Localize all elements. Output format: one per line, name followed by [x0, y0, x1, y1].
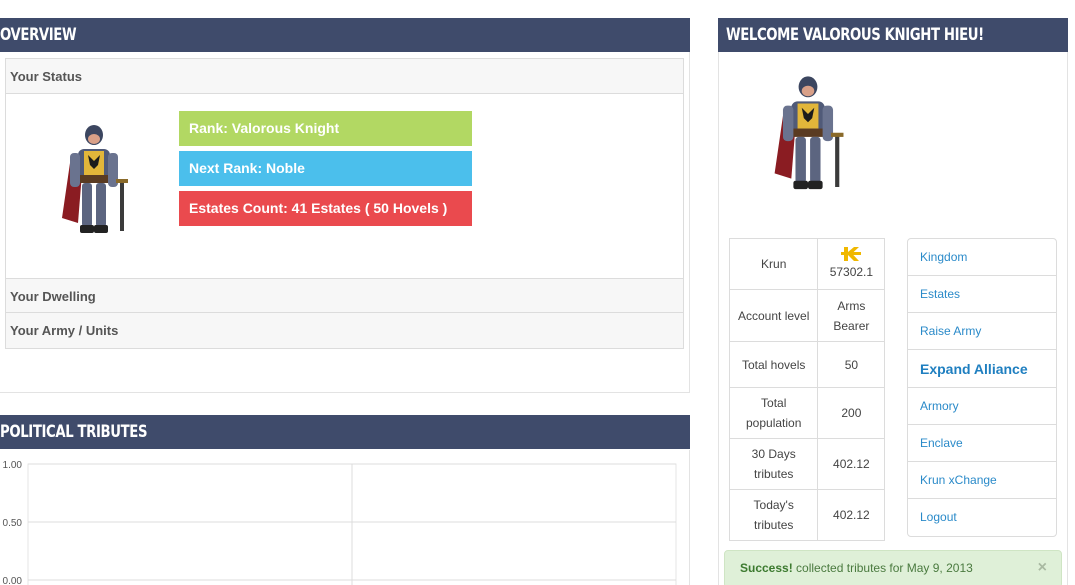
krun-label: Krun	[728, 238, 819, 290]
your-status-header[interactable]: Your Status	[6, 59, 683, 94]
today-tributes-label: Today's tributes	[728, 489, 819, 541]
knight-avatar	[62, 125, 128, 233]
tributes-title: POLITICAL TRIBUTES	[0, 422, 148, 442]
nav-kingdom[interactable]: Kingdom	[908, 239, 1056, 276]
table-row: Krun 57302.1	[728, 238, 886, 290]
success-alert: Success! collected tributes for May 9, 2…	[724, 550, 1062, 585]
nav-estates[interactable]: Estates	[908, 276, 1056, 313]
close-icon[interactable]: ×	[1038, 551, 1047, 585]
welcome-header: WELCOME VALOROUS KNIGHT HIEU!	[718, 18, 1068, 52]
table-row: Account level Arms Bearer	[728, 289, 886, 342]
y-tick-label: 0.50	[3, 518, 23, 529]
total-hovels-label: Total hovels	[728, 341, 819, 388]
account-level-label: Account level	[728, 289, 819, 342]
main-nav: Kingdom Estates Raise Army Expand Allian…	[907, 238, 1057, 537]
nav-krun-xchange[interactable]: Krun xChange	[908, 462, 1056, 499]
table-row: Today's tributes 402.12	[728, 489, 886, 541]
y-tick-label: 1.00	[3, 460, 23, 471]
estates-count-badge: Estates Count: 41 Estates ( 50 Hovels )	[179, 191, 472, 226]
days30-tributes-value: 402.12	[817, 438, 886, 490]
rank-text: Rank: Valorous Knight	[189, 120, 340, 136]
next-rank-badge: Next Rank: Noble	[179, 151, 472, 186]
table-row: 30 Days tributes 402.12	[728, 438, 886, 490]
table-row: Total hovels 50	[728, 341, 886, 388]
knight-portrait	[774, 76, 844, 190]
today-tributes-value: 402.12	[817, 489, 886, 541]
overview-title: OVERVIEW	[0, 25, 77, 45]
status-accordion: Your Status Rank: Valorous Knight Next R…	[5, 58, 684, 349]
welcome-title: WELCOME VALOROUS KNIGHT HIEU!	[726, 25, 984, 45]
account-stats-table: Krun 57302.1 Account level Arms Bearer T…	[728, 238, 886, 541]
table-row: Total population 200	[728, 387, 886, 439]
nav-armory[interactable]: Armory	[908, 388, 1056, 425]
nav-expand-alliance[interactable]: Expand Alliance	[908, 350, 1056, 388]
your-army-header[interactable]: Your Army / Units	[6, 313, 683, 348]
y-tick-label: 0.00	[3, 576, 23, 585]
estates-count-text: Estates Count: 41 Estates ( 50 Hovels )	[189, 200, 448, 216]
nav-logout[interactable]: Logout	[908, 499, 1056, 536]
your-dwelling-header[interactable]: Your Dwelling	[6, 278, 683, 313]
days30-tributes-label: 30 Days tributes	[728, 438, 819, 490]
account-level-value: Arms Bearer	[817, 289, 886, 342]
krun-value: 57302.1	[829, 265, 874, 279]
your-status-label: Your Status	[10, 69, 82, 84]
next-rank-text: Next Rank: Noble	[189, 160, 305, 176]
tributes-header: POLITICAL TRIBUTES	[0, 415, 690, 449]
total-population-label: Total population	[728, 387, 819, 439]
total-population-value: 200	[817, 387, 886, 439]
nav-raise-army[interactable]: Raise Army	[908, 313, 1056, 350]
overview-header: OVERVIEW	[0, 18, 690, 52]
alert-strong: Success!	[740, 561, 793, 575]
total-hovels-value: 50	[817, 341, 886, 388]
nav-enclave[interactable]: Enclave	[908, 425, 1056, 462]
krun-coin-icon	[841, 247, 862, 261]
your-dwelling-label: Your Dwelling	[10, 289, 96, 304]
your-army-label: Your Army / Units	[10, 323, 119, 338]
rank-badge: Rank: Valorous Knight	[179, 111, 472, 146]
tributes-chart: 1.00 0.50 0.00	[3, 460, 677, 585]
krun-cell: 57302.1	[817, 238, 886, 290]
alert-message: collected tributes for May 9, 2013	[792, 561, 973, 575]
